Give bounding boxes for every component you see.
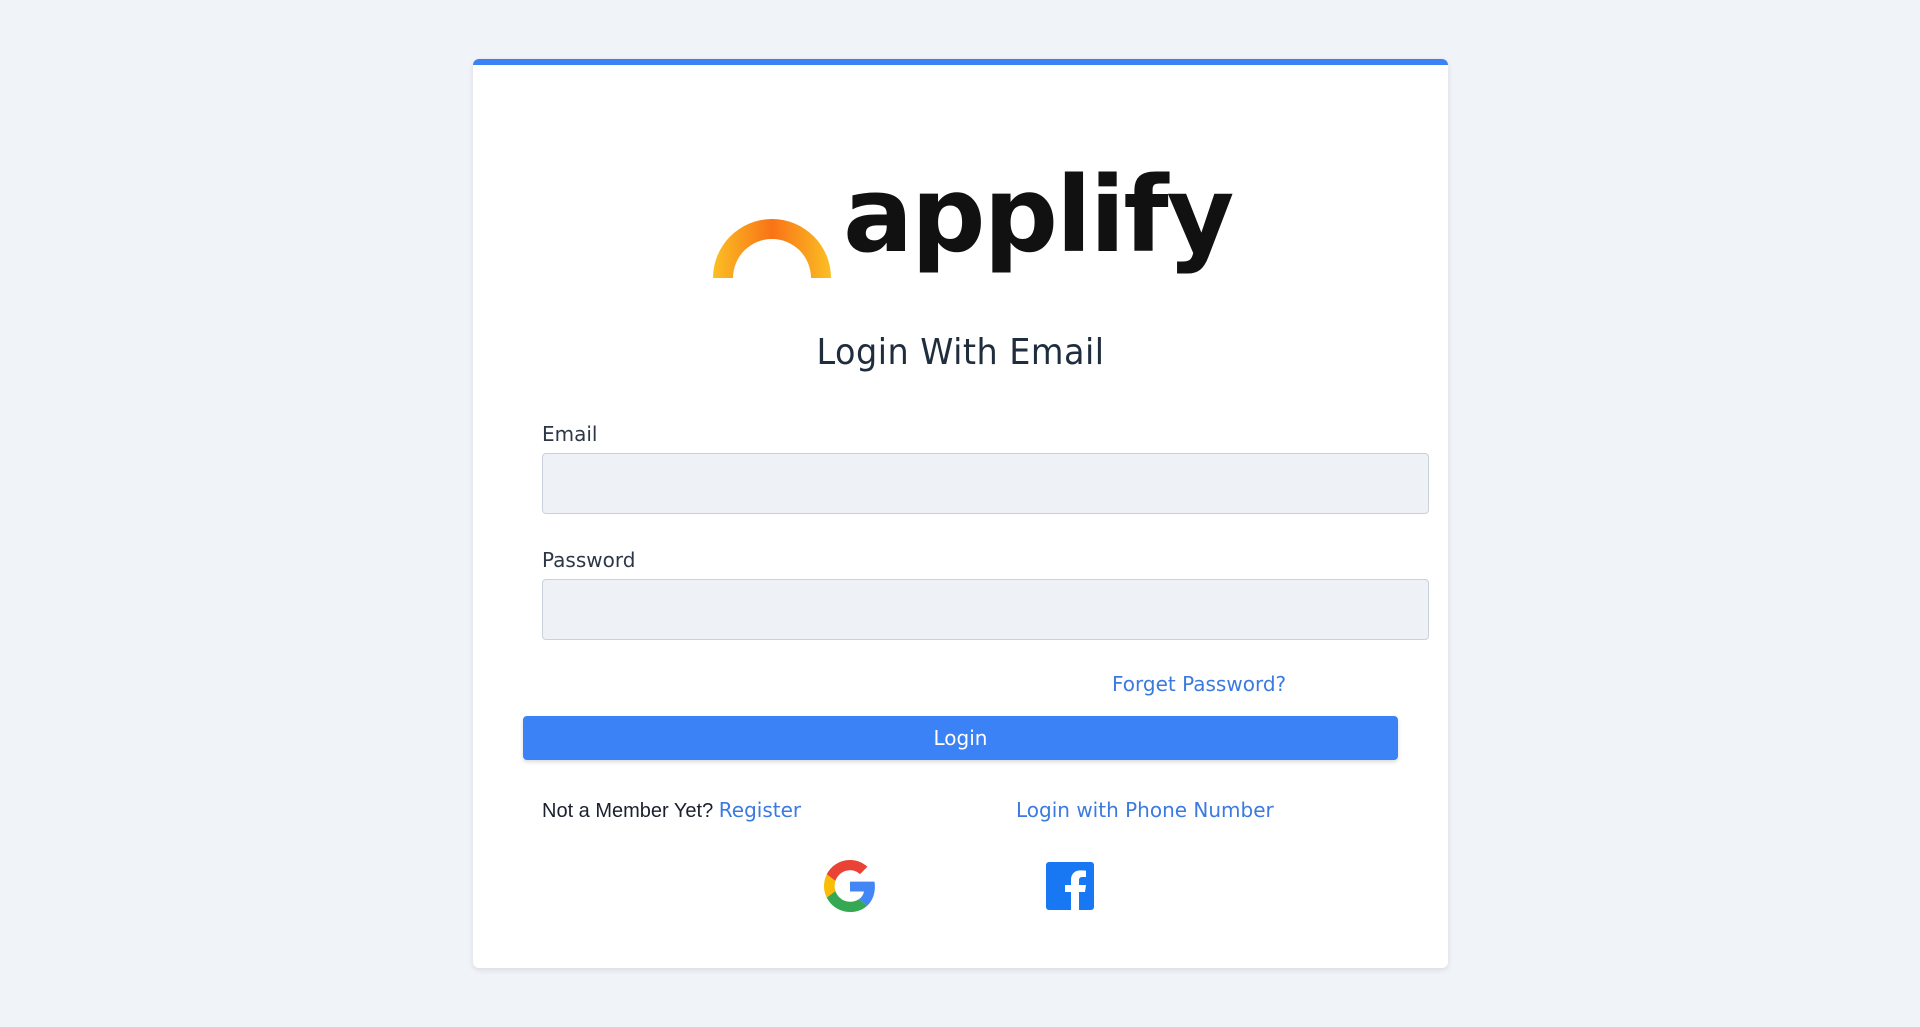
register-prompt: Not a Member Yet? Register xyxy=(542,798,801,823)
password-field[interactable] xyxy=(542,579,1429,640)
login-card: applify Login With Email Email Password … xyxy=(473,59,1448,968)
google-login-button[interactable] xyxy=(824,860,876,912)
applify-logo: applify xyxy=(707,161,1234,278)
email-field[interactable] xyxy=(542,453,1429,514)
forget-password-link[interactable]: Forget Password? xyxy=(1112,672,1286,696)
google-icon xyxy=(824,860,875,912)
facebook-login-button[interactable] xyxy=(1046,862,1098,914)
register-link[interactable]: Register xyxy=(719,798,801,822)
logo-arc-icon xyxy=(713,219,831,278)
email-label: Email xyxy=(542,422,598,446)
logo-wordmark: applify xyxy=(843,154,1234,276)
login-button[interactable]: Login xyxy=(523,716,1398,760)
password-label: Password xyxy=(542,548,636,572)
phone-login-link[interactable]: Login with Phone Number xyxy=(1016,798,1274,822)
facebook-icon xyxy=(1046,862,1094,910)
page-title: Login With Email xyxy=(816,332,1105,373)
not-member-text: Not a Member Yet? xyxy=(542,800,714,822)
